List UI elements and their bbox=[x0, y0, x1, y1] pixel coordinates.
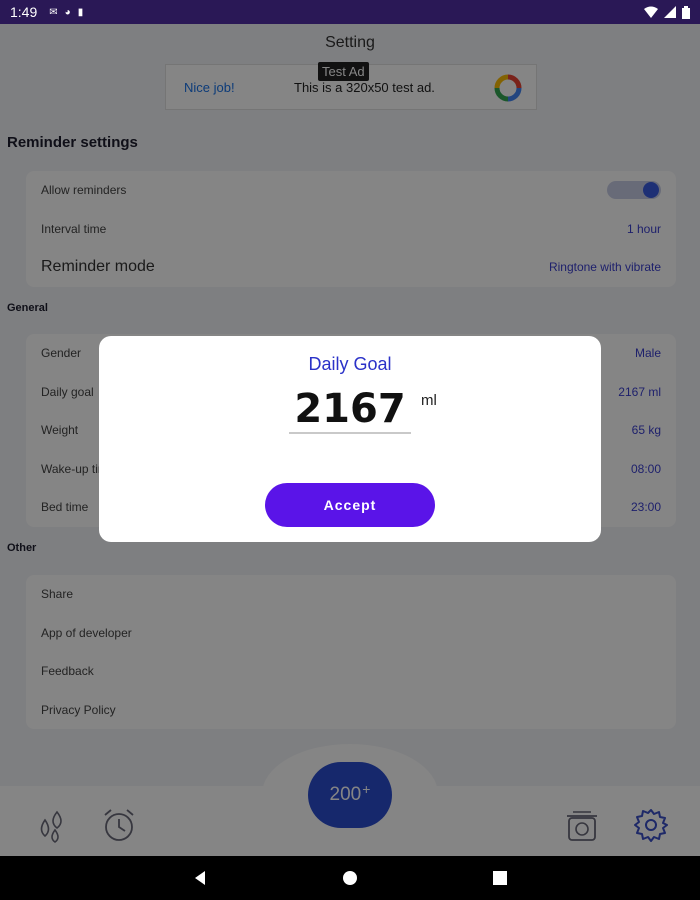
back-icon bbox=[195, 871, 205, 885]
home-button[interactable] bbox=[330, 856, 370, 900]
wifi-icon bbox=[644, 6, 658, 18]
notification-icon: ◕ bbox=[64, 6, 71, 18]
signal-icon bbox=[664, 6, 676, 18]
daily-goal-dialog: Daily Goal 2167 ml Accept bbox=[99, 336, 601, 542]
status-left-icons: ✉ ◕ ▮ bbox=[49, 7, 83, 18]
battery-icon bbox=[682, 5, 690, 19]
daily-goal-unit: ml bbox=[421, 392, 437, 409]
recents-button[interactable] bbox=[480, 856, 520, 900]
sim-icon: ▮ bbox=[77, 6, 84, 18]
dialog-title: Daily Goal bbox=[308, 354, 392, 374]
status-bar: 1:49 ✉ ◕ ▮ bbox=[0, 0, 700, 24]
status-time: 1:49 bbox=[10, 4, 38, 20]
system-nav-bar bbox=[0, 856, 700, 900]
recents-icon bbox=[493, 871, 507, 885]
accept-button[interactable]: Accept bbox=[265, 483, 435, 527]
home-icon bbox=[343, 871, 357, 885]
daily-goal-input[interactable]: 2167 bbox=[289, 384, 411, 434]
status-right-icons bbox=[644, 5, 690, 19]
back-button[interactable] bbox=[180, 856, 220, 900]
mail-icon: ✉ bbox=[49, 6, 58, 18]
